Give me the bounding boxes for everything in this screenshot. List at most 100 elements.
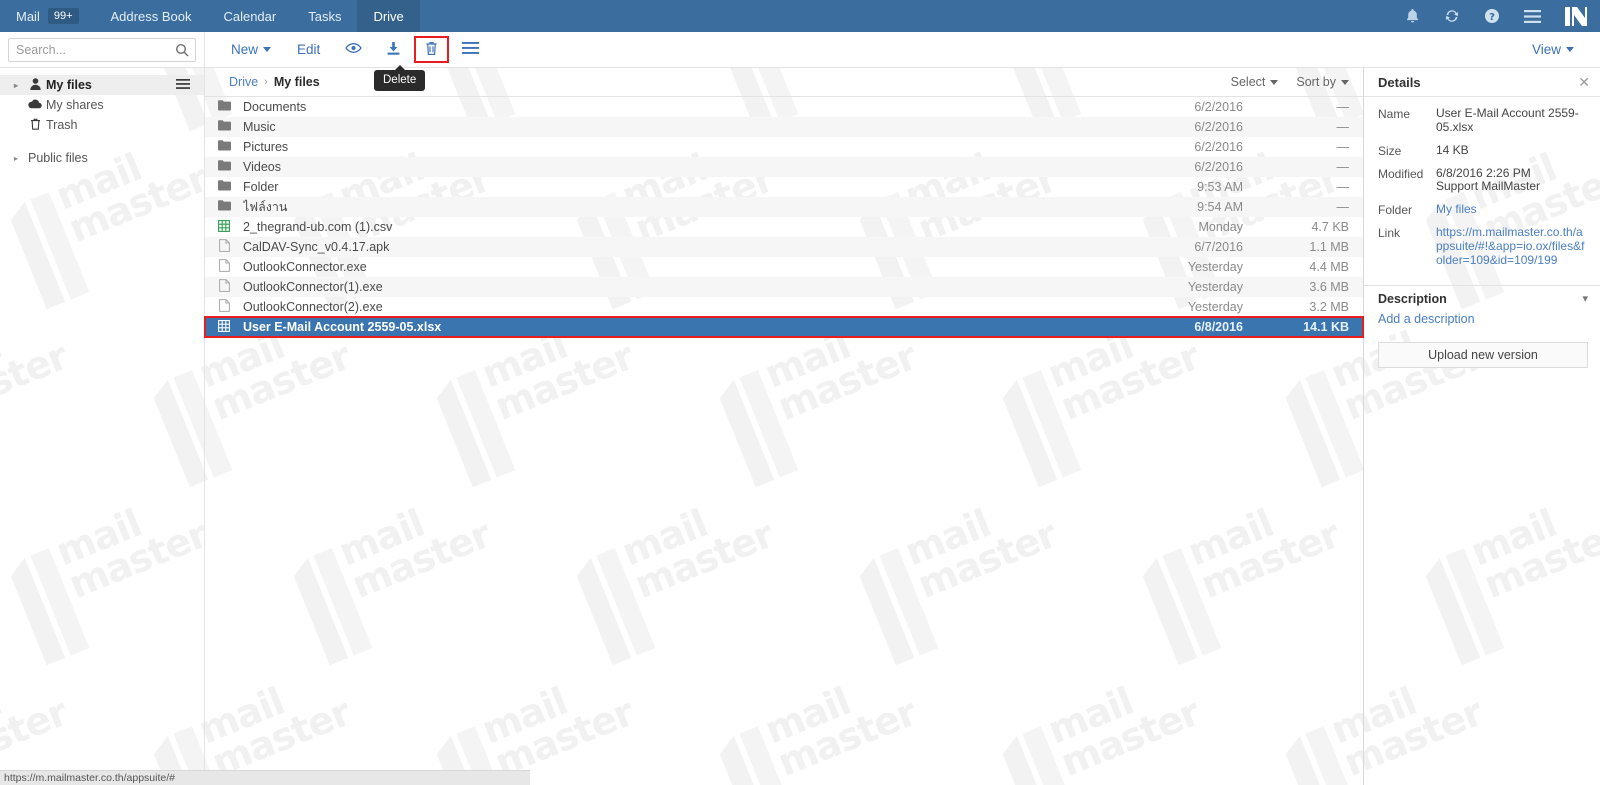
expand-arrow-icon[interactable]: ▸	[8, 154, 24, 163]
table-row[interactable]: Videos 6/2/2016 —	[205, 157, 1363, 177]
file-size: —	[1336, 160, 1350, 174]
menu-icon[interactable]	[1512, 0, 1552, 32]
table-row[interactable]: OutlookConnector.exe Yesterday 4.4 MB	[205, 257, 1363, 277]
details-link-label: Link	[1378, 226, 1401, 241]
folder-actions-icon[interactable]	[176, 78, 196, 92]
add-description-link[interactable]: Add a description	[1364, 306, 1600, 326]
file-date: 6/2/2016	[1194, 160, 1243, 174]
mailmaster-logo	[1552, 0, 1600, 32]
tab-mail[interactable]: Mail 99+	[0, 0, 95, 32]
file-date: 9:54 AM	[1197, 200, 1243, 214]
file-date: Yesterday	[1187, 280, 1243, 294]
tab-drive-label: Drive	[373, 8, 404, 24]
file-date: Monday	[1198, 220, 1243, 234]
breadcrumb-actions: Select Sort by	[1231, 75, 1349, 89]
sidebar-item-trash[interactable]: Trash	[0, 115, 204, 135]
chevron-down-icon[interactable]: ▾	[1582, 292, 1588, 305]
file-size: 1.1 MB	[1309, 240, 1349, 254]
bell-icon[interactable]	[1392, 0, 1432, 32]
view-dropdown[interactable]: View	[1520, 37, 1586, 63]
breadcrumb-current: My files	[273, 75, 320, 89]
file-size: —	[1336, 180, 1350, 194]
details-link-value[interactable]: https://m.mailmaster.co.th/appsuite/#!&a…	[1436, 225, 1588, 267]
table-row[interactable]: CalDAV-Sync_v0.4.17.apk 6/7/2016 1.1 MB	[205, 237, 1363, 257]
sort-by-dropdown-label: Sort by	[1296, 75, 1336, 89]
search-box[interactable]	[8, 37, 196, 62]
details-description-label: Description	[1378, 291, 1447, 306]
tab-tasks[interactable]: Tasks	[292, 0, 357, 32]
table-row[interactable]: OutlookConnector(2).exe Yesterday 3.2 MB	[205, 297, 1363, 317]
tab-calendar[interactable]: Calendar	[207, 0, 292, 32]
edit-button-label: Edit	[297, 41, 321, 57]
edit-button[interactable]: Edit	[285, 37, 332, 63]
file-name: ไฟล์งาน	[243, 200, 288, 214]
help-icon[interactable]: ?	[1472, 0, 1512, 32]
toolbar-row: New Edit	[0, 32, 1600, 91]
close-icon[interactable]: ✕	[1578, 75, 1590, 89]
details-modified-date: 6/8/2016 2:26 PM	[1436, 165, 1531, 180]
sidebar-item-public-files[interactable]: ▸ Public files	[0, 148, 204, 168]
expand-arrow-icon[interactable]: ▸	[8, 81, 24, 90]
file-name: Folder	[243, 180, 279, 194]
table-row[interactable]: Music 6/2/2016 —	[205, 117, 1363, 137]
table-row[interactable]: ไฟล์งาน 9:54 AM —	[205, 197, 1363, 217]
breadcrumb-drive[interactable]: Drive	[229, 75, 258, 89]
table-row[interactable]: Documents 6/2/2016 —	[205, 97, 1363, 117]
new-button[interactable]: New	[219, 37, 283, 63]
file-date: 6/2/2016	[1194, 120, 1243, 134]
search-icon[interactable]	[175, 43, 189, 60]
view-cell: View	[1520, 32, 1600, 67]
sidebar-item-my-files[interactable]: ▸ My files	[0, 75, 204, 95]
refresh-icon[interactable]	[1432, 0, 1472, 32]
folder-icon	[205, 180, 243, 194]
file-size: 3.2 MB	[1309, 300, 1349, 314]
view-button[interactable]	[334, 37, 373, 62]
tab-mail-label: Mail	[16, 8, 40, 24]
folder-icon	[205, 100, 243, 114]
breadcrumb-separator: ›	[264, 76, 268, 88]
tab-calendar-label: Calendar	[223, 8, 277, 24]
details-description-section[interactable]: Description ▾	[1364, 284, 1600, 306]
upload-new-version-button[interactable]: Upload new version	[1378, 341, 1588, 368]
sidebar: ▸ My files My shares Trash ▸ Public file…	[0, 68, 205, 785]
file-date: Yesterday	[1187, 300, 1243, 314]
sidebar-item-public-files-label: Public files	[28, 151, 88, 165]
file-name: OutlookConnector(1).exe	[243, 280, 383, 294]
details-body: Name User E-Mail Account 2559-05.xlsx Si…	[1364, 97, 1600, 277]
select-dropdown[interactable]: Select	[1231, 75, 1279, 89]
file-size: 4.7 KB	[1311, 220, 1349, 234]
new-button-label: New	[231, 41, 259, 57]
hamburger-icon	[462, 42, 480, 57]
table-row[interactable]: 2_thegrand-ub.com (1).csv Monday 4.7 KB	[205, 217, 1363, 237]
details-folder-value[interactable]: My files	[1436, 202, 1588, 217]
details-row-link: Link https://m.mailmaster.co.th/appsuite…	[1378, 225, 1588, 267]
download-button[interactable]	[375, 36, 412, 64]
file-name: OutlookConnector(2).exe	[243, 300, 383, 314]
details-title: Details	[1378, 74, 1421, 90]
sidebar-item-my-shares-label: My shares	[46, 98, 104, 112]
file-name: OutlookConnector.exe	[243, 260, 367, 274]
status-bar-url: https://m.mailmaster.co.th/appsuite/#	[4, 772, 175, 784]
file-name: Videos	[243, 160, 281, 174]
table-row[interactable]: Folder 9:53 AM —	[205, 177, 1363, 197]
table-row[interactable]: Pictures 6/2/2016 —	[205, 137, 1363, 157]
more-actions-button[interactable]	[451, 37, 490, 62]
table-row[interactable]: OutlookConnector(1).exe Yesterday 3.6 MB	[205, 277, 1363, 297]
search-input[interactable]	[9, 38, 195, 61]
file-icon	[205, 279, 243, 295]
table-row[interactable]: User E-Mail Account 2559-05.xlsx 6/8/2016…	[204, 316, 1364, 338]
sidebar-item-my-shares[interactable]: My shares	[0, 95, 204, 115]
tab-drive[interactable]: Drive	[357, 0, 420, 32]
user-icon	[24, 77, 46, 93]
tab-address-book-label: Address Book	[110, 8, 192, 24]
delete-button[interactable]	[414, 35, 450, 64]
file-size: 14.1 KB	[1303, 320, 1349, 334]
sort-by-dropdown[interactable]: Sort by	[1296, 75, 1349, 89]
details-name-value: User E-Mail Account 2559-05.xlsx	[1436, 106, 1579, 134]
file-date: 6/2/2016	[1194, 140, 1243, 154]
file-size: —	[1336, 200, 1350, 214]
tab-address-book[interactable]: Address Book	[95, 0, 208, 32]
select-dropdown-label: Select	[1230, 75, 1266, 89]
file-name: Documents	[243, 100, 307, 114]
